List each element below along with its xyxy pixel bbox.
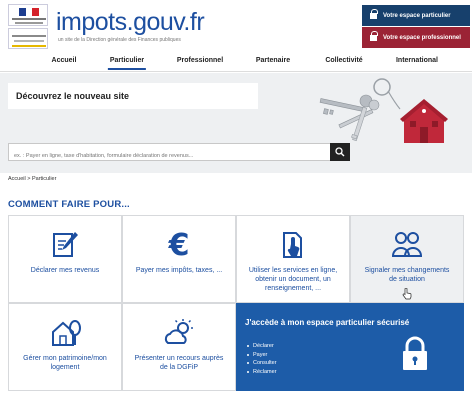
republique-francaise-logo[interactable] <box>8 4 48 26</box>
tile-services-en-ligne[interactable]: Utiliser les services en ligne, obtenir … <box>236 215 350 303</box>
hero-banner: Découvrez le nouveau site <box>0 73 472 173</box>
tile-declarer-revenus[interactable]: Déclarer mes revenus <box>8 215 122 303</box>
espace-professionnel-label: Votre espace professionnel <box>383 34 461 41</box>
main-nav: Accueil Particulier Professionnel Parten… <box>0 52 472 72</box>
tile-presenter-recours[interactable]: Présenter un recours auprès de la DGFiP <box>122 303 236 391</box>
secure-item-reclamer[interactable]: Réclamer <box>247 368 277 377</box>
search-input[interactable] <box>9 148 329 164</box>
people-icon <box>391 232 423 257</box>
secure-item-consulter[interactable]: Consulter <box>247 359 277 368</box>
nav-item-particulier[interactable]: Particulier <box>107 57 147 70</box>
site-tagline: un site de la Direction générale des Fin… <box>58 37 181 43</box>
lock-icon <box>370 31 378 41</box>
tile-label: Payer mes impôts, taxes, ... <box>135 267 223 274</box>
hero-title-box[interactable]: Découvrez le nouveau site <box>8 83 258 109</box>
lock-icon <box>370 9 378 19</box>
euro-icon: € <box>168 230 190 260</box>
nav-item-accueil[interactable]: Accueil <box>52 57 77 64</box>
hero-title: Découvrez le nouveau site <box>16 91 130 101</box>
tile-label: Déclarer mes revenus <box>30 267 100 274</box>
weather-icon <box>164 319 193 344</box>
secure-item-declarer[interactable]: Déclarer <box>247 342 277 351</box>
header: impots.gouv.fr un site de la Direction g… <box>0 0 472 52</box>
tile-label: Gérer mon patrimoine/mon logement <box>23 355 107 372</box>
lock-icon <box>403 336 427 370</box>
house-tree-icon <box>52 320 81 346</box>
site-logo[interactable]: impots.gouv.fr <box>56 8 205 37</box>
tile-signaler-changements[interactable]: Signaler mes changements de situation <box>350 215 464 303</box>
search-button[interactable] <box>330 143 350 161</box>
secure-tile-title: J'accède à mon espace particulier sécuri… <box>245 318 410 327</box>
tile-label: Signaler mes changements de situation <box>364 267 450 284</box>
breadcrumb[interactable]: Accueil > Particulier <box>8 176 56 182</box>
search-icon <box>335 147 345 157</box>
document-touch-icon <box>283 232 302 258</box>
tile-payer-impots[interactable]: € Payer mes impôts, taxes, ... <box>122 215 236 303</box>
nav-item-professionnel[interactable]: Professionnel <box>177 57 223 64</box>
tile-label: Utiliser les services en ligne, obtenir … <box>248 267 338 293</box>
espace-professionnel-button[interactable]: Votre espace professionnel <box>362 27 470 48</box>
espace-particulier-button[interactable]: Votre espace particulier <box>362 5 470 26</box>
nav-item-partenaire[interactable]: Partenaire <box>256 57 290 64</box>
section-title: COMMENT FAIRE POUR... <box>8 199 130 210</box>
secure-tile-list: Déclarer Payer Consulter Réclamer <box>247 342 277 377</box>
hand-cursor-icon <box>402 288 412 300</box>
tile-label: Présenter un recours auprès de la DGFiP <box>134 355 224 372</box>
pencil-document-icon <box>53 232 78 257</box>
secure-item-payer[interactable]: Payer <box>247 351 277 360</box>
tile-gerer-patrimoine[interactable]: Gérer mon patrimoine/mon logement <box>8 303 122 391</box>
tile-espace-securise[interactable]: J'accède à mon espace particulier sécuri… <box>236 303 464 391</box>
search-bar <box>8 143 350 164</box>
nav-item-international[interactable]: International <box>396 57 438 64</box>
svg-text:€: € <box>168 230 190 260</box>
ministere-logo[interactable] <box>8 28 48 49</box>
espace-particulier-label: Votre espace particulier <box>383 12 451 19</box>
nav-item-collectivite[interactable]: Collectivité <box>325 57 362 64</box>
